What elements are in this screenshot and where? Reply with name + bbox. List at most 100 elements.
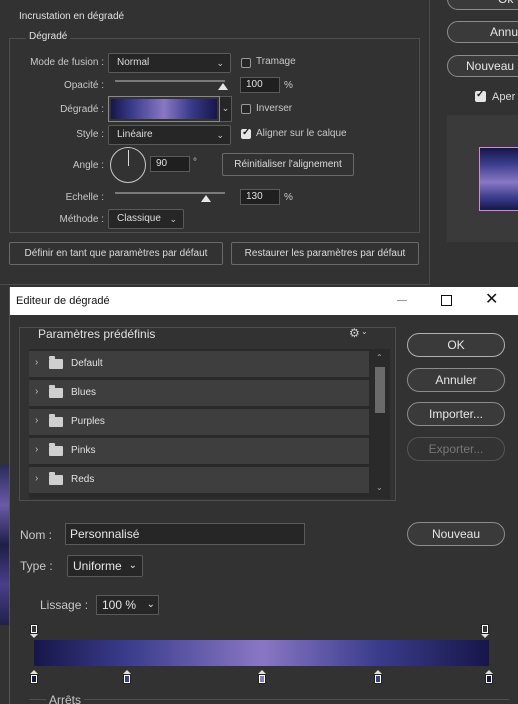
- dialog-title-bar[interactable]: Editeur de dégradé ✕: [10, 287, 518, 315]
- color-stop[interactable]: [257, 670, 266, 684]
- type-value: Uniforme: [73, 559, 122, 573]
- color-stop[interactable]: [485, 670, 493, 684]
- chevron-down-icon[interactable]: ⌄: [361, 327, 368, 336]
- folder-icon: [49, 472, 63, 485]
- preset-folder[interactable]: › Purples: [29, 409, 369, 435]
- preview-box: [447, 115, 518, 242]
- minimize-icon[interactable]: [397, 300, 407, 301]
- preset-folder[interactable]: › Reds: [29, 467, 369, 493]
- method-select[interactable]: Classique ⌄: [108, 209, 184, 229]
- maximize-icon[interactable]: [441, 295, 452, 306]
- style-label: Style :: [76, 129, 104, 140]
- gradient-swatch-fill: [111, 99, 217, 119]
- gear-icon[interactable]: ⚙: [349, 326, 360, 340]
- reverse-label: Inverser: [256, 103, 293, 114]
- reverse-checkbox[interactable]: [241, 104, 251, 114]
- chevron-right-icon: ›: [35, 444, 39, 455]
- scroll-up-icon[interactable]: ⌃: [376, 353, 383, 362]
- cancel-button[interactable]: Annuler: [407, 368, 505, 392]
- chevron-down-icon: ⌄: [216, 130, 224, 140]
- presets-scrollbar[interactable]: ⌃ ⌄: [374, 353, 387, 497]
- chevron-down-icon: ⌄: [216, 58, 224, 68]
- preview-swatch: [479, 147, 518, 211]
- angle-dial-needle: [128, 150, 129, 166]
- method-label: Méthode :: [59, 214, 104, 225]
- scroll-down-icon[interactable]: ⌄: [376, 483, 383, 492]
- close-icon[interactable]: ✕: [485, 290, 498, 310]
- preset-folder[interactable]: › Pinks: [29, 438, 369, 464]
- dialog-title: Editeur de dégradé: [16, 295, 110, 307]
- preview-checkbox[interactable]: [475, 89, 486, 102]
- chevron-down-icon: ⌄: [169, 214, 177, 224]
- chevron-right-icon: ›: [35, 415, 39, 426]
- color-stop-swatch: [487, 676, 491, 682]
- gradient-swatch[interactable]: [108, 96, 220, 122]
- align-with-layer-checkbox[interactable]: [241, 127, 251, 139]
- preset-folder-name: Purples: [71, 416, 105, 427]
- opacity-unit: %: [284, 80, 293, 91]
- gradient-bar[interactable]: [34, 640, 489, 666]
- blend-mode-label: Mode de fusion :: [30, 57, 104, 68]
- type-label: Type :: [20, 559, 53, 573]
- scale-slider-thumb[interactable]: [201, 195, 211, 202]
- align-with-layer-label: Aligner sur le calque: [256, 128, 347, 139]
- import-button[interactable]: Importer...: [407, 402, 505, 426]
- preset-folder[interactable]: › Default: [29, 351, 369, 377]
- reset-alignment-button[interactable]: Réinitialiser l'alignement: [222, 153, 354, 176]
- method-value: Classique: [117, 213, 161, 224]
- make-default-button[interactable]: Définir en tant que paramètres par défau…: [9, 242, 223, 265]
- type-select[interactable]: Uniforme ⌄: [67, 555, 143, 577]
- scale-label: Echelle :: [65, 192, 104, 203]
- blend-mode-value: Normal: [117, 57, 150, 68]
- style-select[interactable]: Linéaire ⌄: [108, 125, 231, 145]
- color-stop-swatch: [259, 676, 264, 682]
- opacity-slider[interactable]: [115, 80, 225, 82]
- smoothness-select[interactable]: 100 % ⌄: [96, 595, 159, 615]
- smoothness-value: 100 %: [102, 598, 137, 612]
- stops-label: Arrêts: [46, 693, 85, 704]
- dither-checkbox[interactable]: [241, 58, 251, 68]
- ok-button[interactable]: OK: [407, 333, 505, 357]
- angle-dial[interactable]: [110, 147, 146, 183]
- color-stop[interactable]: [123, 670, 132, 684]
- opacity-input[interactable]: 100: [240, 77, 280, 93]
- color-stop[interactable]: [30, 670, 38, 684]
- angle-input[interactable]: 90: [150, 156, 190, 172]
- dither-label: Tramage: [256, 56, 296, 67]
- opacity-label: Opacité :: [63, 80, 104, 91]
- preset-folder-name: Pinks: [71, 445, 96, 456]
- blend-mode-select[interactable]: Normal ⌄: [108, 53, 231, 73]
- chevron-right-icon: ›: [35, 473, 39, 484]
- opacity-stop-left[interactable]: [30, 624, 38, 638]
- chevron-right-icon: ›: [35, 386, 39, 397]
- folder-icon: [49, 356, 63, 369]
- export-button[interactable]: Exporter...: [407, 437, 505, 461]
- opacity-slider-thumb[interactable]: [218, 83, 228, 90]
- name-input[interactable]: Personnalisé: [65, 523, 305, 545]
- preset-folder[interactable]: › Blues: [29, 380, 369, 406]
- preview-label: Aper: [492, 91, 516, 103]
- gradient-dropdown-button[interactable]: ⌄: [220, 96, 232, 122]
- layer-style-panel: Incrustation en dégradé Dégradé Mode de …: [0, 0, 430, 290]
- reset-default-button[interactable]: Restaurer les paramètres par défaut: [231, 242, 419, 265]
- preset-folder-name: Reds: [71, 474, 95, 485]
- color-stop-swatch: [375, 676, 380, 682]
- angle-unit: °: [193, 157, 197, 168]
- presets-title: Paramètres prédéfinis: [38, 327, 156, 341]
- opacity-stop-right[interactable]: [481, 624, 489, 638]
- folder-icon: [49, 385, 63, 398]
- scale-input[interactable]: 130: [240, 189, 280, 205]
- preset-folder-name: Blues: [71, 387, 97, 398]
- new-button[interactable]: Nouveau: [407, 522, 505, 546]
- stops-group-box: [29, 699, 509, 704]
- folder-icon: [49, 443, 63, 456]
- chevron-down-icon: ⌄: [128, 560, 137, 571]
- layer-style-new-button[interactable]: Nouveau: [447, 55, 518, 77]
- scrollbar-thumb[interactable]: [375, 367, 385, 413]
- color-stop[interactable]: [373, 670, 382, 684]
- scale-unit: %: [284, 192, 293, 203]
- folder-icon: [49, 414, 63, 427]
- layer-style-ok-button[interactable]: Ok: [447, 0, 518, 10]
- scale-slider[interactable]: [115, 192, 225, 194]
- layer-style-cancel-button[interactable]: Annul: [447, 21, 518, 43]
